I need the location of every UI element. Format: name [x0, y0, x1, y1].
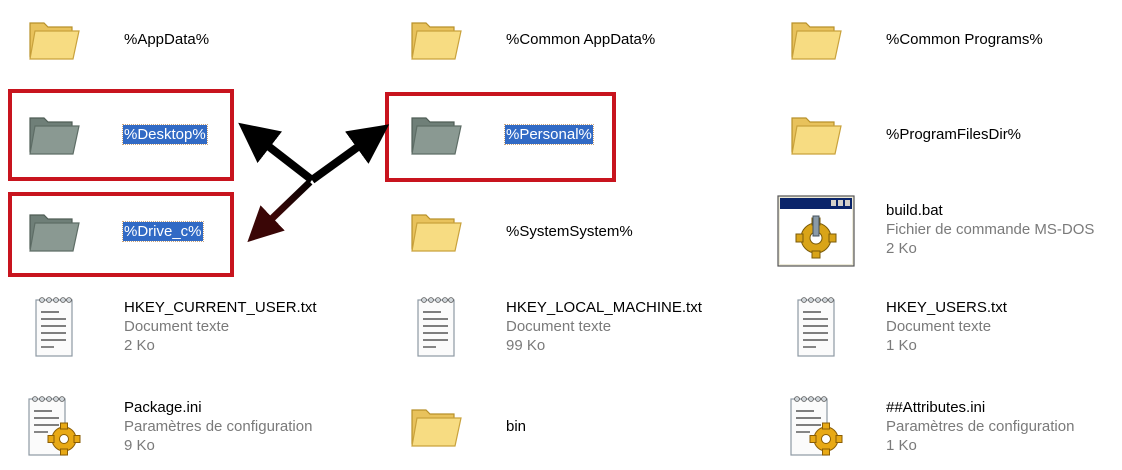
arrow-to-personal — [309, 124, 390, 184]
annotation-arrows — [238, 122, 390, 243]
arrow-to-drive-c — [247, 179, 313, 243]
arrow-to-desktop — [238, 122, 315, 184]
file-list-view: %AppData% %Common AppData% %Common Progr… — [0, 0, 1122, 470]
